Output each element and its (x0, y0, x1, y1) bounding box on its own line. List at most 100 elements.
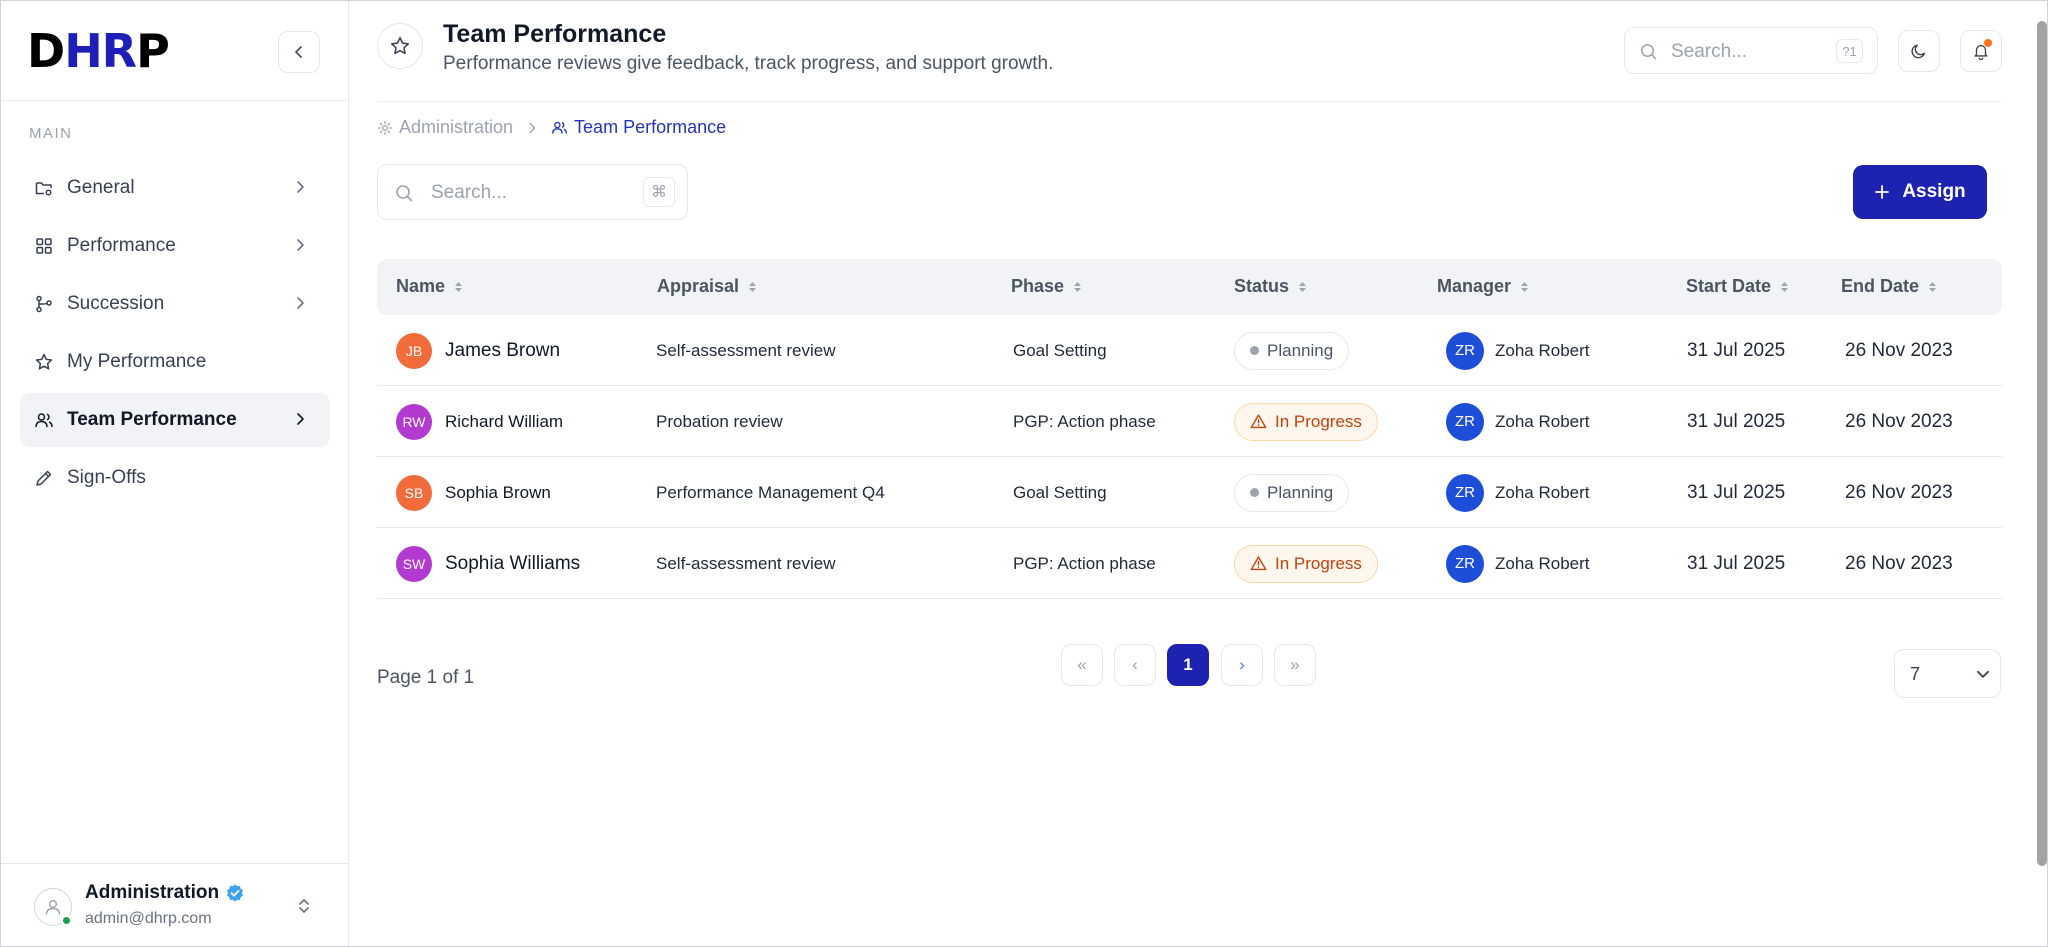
star-icon (390, 36, 410, 55)
end-date-cell: 26 Nov 2023 (1845, 552, 1953, 574)
manager-cell: ZR Zoha Robert (1446, 386, 1590, 457)
sort-icon (1074, 281, 1082, 292)
status-dot (1250, 488, 1259, 497)
search-shortcut-badge: ?1 (1836, 39, 1863, 63)
logo[interactable]: DHRP (27, 24, 170, 78)
moon-icon (1911, 44, 1926, 59)
column-header-start-date[interactable]: Start Date (1686, 276, 1789, 297)
column-header-manager[interactable]: Manager (1437, 276, 1529, 297)
page-header: Team Performance Performance reviews giv… (377, 1, 2002, 102)
prev-page-button[interactable]: ‹ (1114, 644, 1156, 686)
chevron-right-icon (297, 413, 304, 425)
profile-name-row: Administration (85, 882, 245, 904)
status-label: In Progress (1275, 411, 1362, 431)
warning-icon (1250, 556, 1267, 571)
rows-per-page-select[interactable]: 7 (1894, 649, 2001, 698)
last-page-button[interactable]: » (1274, 644, 1316, 686)
users-icon (552, 121, 568, 134)
status-badge: Planning (1234, 473, 1350, 512)
column-header-label: Status (1234, 276, 1290, 296)
sort-icon (455, 281, 463, 292)
status-badge: In Progress (1234, 402, 1378, 441)
column-header-label: Name (396, 276, 446, 296)
notifications-button[interactable] (1960, 30, 2002, 72)
collapse-sidebar-button[interactable] (278, 31, 320, 73)
chevron-left-icon (295, 46, 302, 58)
sidebar-item-label: Performance (67, 235, 176, 256)
sidebar-nav: General Performance Succession My Perfor… (20, 161, 330, 509)
sidebar-item-label: Succession (67, 293, 165, 314)
manager-cell: ZR Zoha Robert (1446, 457, 1590, 528)
avatar: SB (396, 474, 432, 511)
column-header-appraisal[interactable]: Appraisal (657, 276, 757, 297)
avatar: SW (396, 545, 432, 582)
main-content: Team Performance Performance reviews giv… (350, 1, 2047, 946)
name-cell: RW Richard William (396, 386, 563, 457)
profile-menu[interactable]: Administration admin@dhrp.com (1, 863, 348, 946)
global-search-placeholder: Search... (1671, 41, 1748, 62)
table-row[interactable]: SW Sophia Williams Self-assessment revie… (377, 528, 2002, 599)
breadcrumb: Administration Team Performance (377, 117, 726, 138)
status-label: Planning (1267, 340, 1334, 360)
column-header-status[interactable]: Status (1234, 276, 1307, 297)
sidebar-item-team-performance[interactable]: Team Performance (20, 393, 330, 447)
status-cell: In Progress (1234, 386, 1378, 457)
gear-icon (377, 120, 393, 135)
column-header-label: Start Date (1686, 276, 1772, 296)
first-page-button[interactable]: « (1061, 644, 1103, 686)
table-search-input[interactable]: Search... ⌘ (377, 164, 688, 220)
breadcrumb-item-administration[interactable]: Administration (377, 117, 513, 138)
sidebar-item-general[interactable]: General (20, 161, 330, 215)
end-date-cell: 26 Nov 2023 (1845, 410, 1953, 432)
sidebar-item-succession[interactable]: Succession (20, 277, 330, 331)
table-row[interactable]: RW Richard William Probation review PGP:… (377, 386, 2002, 457)
users-icon (34, 410, 54, 430)
employee-name: Richard William (445, 411, 564, 431)
phase-cell: Goal Setting (1013, 482, 1107, 502)
appraisal-cell: Performance Management Q4 (656, 482, 885, 502)
column-header-end-date[interactable]: End Date (1841, 276, 1937, 297)
column-header-label: Manager (1437, 276, 1512, 296)
assign-button-label: Assign (1902, 181, 1966, 202)
column-header-phase[interactable]: Phase (1011, 276, 1082, 297)
manager-name: Zoha Robert (1495, 553, 1590, 573)
sidebar-item-label: My Performance (67, 351, 207, 372)
status-badge: In Progress (1234, 544, 1378, 583)
breadcrumb-label: Administration (399, 117, 514, 137)
chevron-right-icon (297, 181, 304, 193)
avatar: RW (396, 403, 432, 440)
table-header: Name Appraisal Phase Status Manager Star… (377, 259, 2002, 315)
sort-icon (1521, 281, 1529, 292)
status-dot (1250, 346, 1259, 355)
table-row[interactable]: SB Sophia Brown Performance Management Q… (377, 457, 2002, 528)
profile-name: Administration (85, 882, 220, 903)
scrollbar[interactable] (2037, 21, 2047, 866)
chevron-up-down-icon (299, 899, 309, 913)
sidebar-item-my-performance[interactable]: My Performance (20, 335, 330, 389)
next-page-button[interactable]: › (1221, 644, 1263, 686)
sidebar-item-sign-offs[interactable]: Sign-Offs (20, 451, 330, 505)
page-subtitle: Performance reviews give feedback, track… (443, 53, 1054, 74)
start-date-cell: 31 Jul 2025 (1687, 552, 1786, 574)
section-label-main: MAIN (29, 125, 73, 142)
manager-avatar: ZR (1446, 544, 1484, 583)
column-header-name[interactable]: Name (396, 276, 463, 297)
page-1-button[interactable]: 1 (1167, 644, 1209, 686)
theme-toggle-button[interactable] (1898, 30, 1940, 72)
avatar (34, 888, 72, 926)
name-cell: SW Sophia Williams (396, 528, 580, 599)
table-row[interactable]: JB James Brown Self-assessment review Go… (377, 315, 2002, 386)
star-icon (34, 352, 54, 372)
logo-d: D (27, 24, 65, 78)
column-header-label: Phase (1011, 276, 1065, 296)
grid-icon (34, 236, 54, 256)
manager-cell: ZR Zoha Robert (1446, 528, 1590, 599)
assign-button[interactable]: Assign (1853, 165, 1987, 219)
sidebar-item-performance[interactable]: Performance (20, 219, 330, 273)
sidebar: DHRP MAIN General Performance Succession… (1, 1, 349, 946)
manager-cell: ZR Zoha Robert (1446, 315, 1590, 386)
online-status-dot (61, 915, 72, 926)
name-cell: SB Sophia Brown (396, 457, 551, 528)
favorite-button[interactable] (377, 23, 423, 69)
global-search[interactable]: Search... ?1 (1624, 27, 1878, 74)
